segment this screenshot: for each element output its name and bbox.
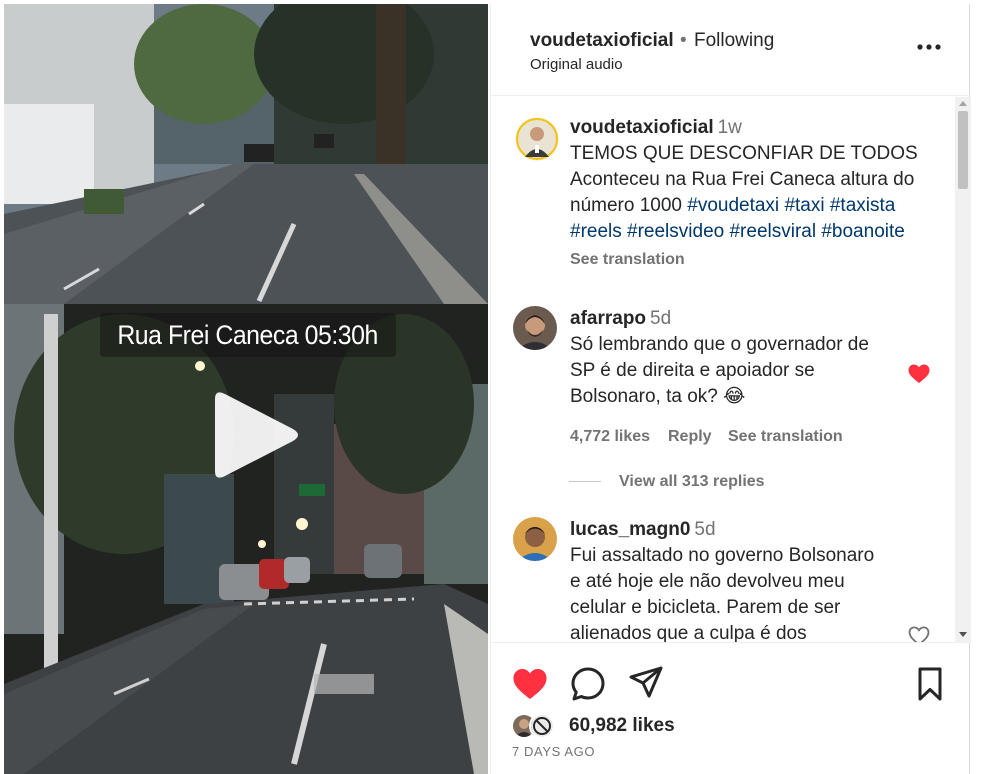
comment-1-like-icon[interactable] [907, 362, 931, 386]
more-options-icon[interactable] [916, 34, 942, 60]
comment-1-likes[interactable]: 4,772 likes [570, 428, 650, 446]
comment-1-line-3: Bolsonaro, ta ok? 😂 [570, 386, 746, 407]
header-username[interactable]: voudetaxioficial [530, 30, 674, 52]
hashtag-link[interactable]: #taxista [830, 195, 895, 216]
post-date: 7 DAYS AGO [512, 744, 596, 759]
hashtag-link[interactable]: #reelsviral [729, 221, 816, 242]
caption-line-4: #reels #reelsvideo #reelsviral #boanoite [570, 219, 950, 245]
comment-2-time: 5d [694, 519, 716, 540]
hashtag-link[interactable]: #reels [570, 221, 622, 242]
comment-2-like-icon[interactable] [907, 624, 931, 642]
hashtag-link[interactable]: #reelsvideo [627, 221, 724, 242]
comment-1-header: afarrapo 5d [570, 306, 900, 332]
caption-line-3: número 1000 #voudetaxi #taxi #taxista [570, 193, 950, 219]
header-separator: • [680, 30, 687, 51]
comment-2-line-4: alienados que a culpa é dos [570, 623, 807, 642]
comments-section[interactable]: voudetaxioficial 1w TEMOS QUE DESCONFIAR … [491, 97, 971, 642]
caption-line-1: TEMOS QUE DESCONFIAR DE TODOS [570, 143, 918, 164]
view-replies-button[interactable]: View all 313 replies [619, 473, 765, 491]
hashtag-link[interactable]: #taxi [784, 195, 824, 216]
comment-2-line-2: e até hoje ele não devolveu meu [570, 571, 845, 592]
post-caption: voudetaxioficial 1w TEMOS QUE DESCONFIAR … [570, 115, 950, 245]
hashtag-link[interactable]: #voudetaxi [687, 195, 779, 216]
comments-scrollbar[interactable] [955, 97, 971, 642]
post-panel: voudetaxioficial • Following Original au… [490, 4, 971, 774]
commenter-avatar[interactable] [513, 306, 557, 350]
caption-see-translation[interactable]: See translation [570, 251, 685, 269]
comment-1: afarrapo 5d Só lembrando que o governador… [570, 306, 900, 410]
video-caption-text: Rua Frei Caneca 05:30h [117, 319, 379, 350]
likes-count[interactable]: 60,982 likes [569, 715, 675, 737]
comment-icon[interactable] [569, 665, 607, 703]
caption-time: 1w [717, 117, 742, 138]
post-header: voudetaxioficial • Following Original au… [491, 4, 971, 96]
comment-1-line-2: SP é de direita e apoiador se [570, 360, 815, 381]
comment-1-see-translation[interactable]: See translation [728, 428, 843, 446]
author-avatar[interactable] [515, 117, 559, 161]
comment-2-header: lucas_magn0 5d [570, 517, 900, 543]
comment-1-line-1: Só lembrando que o governador de [570, 334, 869, 355]
caption-header: voudetaxioficial 1w [570, 115, 950, 141]
comment-2-line-1: Fui assaltado no governo Bolsonaro [570, 545, 875, 566]
original-audio-link[interactable]: Original audio [530, 56, 623, 73]
following-button[interactable]: Following [694, 30, 774, 52]
comment-1-time: 5d [650, 308, 672, 329]
commenter-avatar[interactable] [513, 517, 557, 561]
comment-2: lucas_magn0 5d Fui assaltado no governo B… [570, 517, 900, 642]
like-icon[interactable] [511, 665, 549, 703]
comment-2-line-3: celular e bicicleta. Parem de ser [570, 597, 841, 618]
comment-2-username[interactable]: lucas_magn0 [570, 519, 690, 540]
replies-divider [569, 481, 601, 482]
scroll-up-arrow[interactable] [959, 101, 967, 106]
caption-username[interactable]: voudetaxioficial [570, 117, 714, 138]
share-icon[interactable] [627, 663, 665, 701]
hashtag-link[interactable]: #boanoite [821, 221, 904, 242]
save-icon[interactable] [911, 665, 949, 703]
play-button[interactable] [207, 389, 303, 485]
scroll-down-arrow[interactable] [959, 632, 967, 637]
comment-1-username[interactable]: afarrapo [570, 308, 646, 329]
post-actions: 60,982 likes 7 DAYS AGO [491, 642, 971, 774]
video-caption: Rua Frei Caneca 05:30h [100, 313, 396, 357]
liker-avatar [529, 713, 555, 739]
comment-1-reply-button[interactable]: Reply [668, 428, 712, 446]
scroll-thumb[interactable] [958, 111, 968, 189]
caption-text-tail: número 1000 [570, 195, 682, 216]
play-icon [215, 392, 298, 478]
caption-line-2: Aconteceu na Rua Frei Caneca altura do [570, 169, 915, 190]
reel-video[interactable]: Rua Frei Caneca 05:30h [4, 4, 488, 774]
